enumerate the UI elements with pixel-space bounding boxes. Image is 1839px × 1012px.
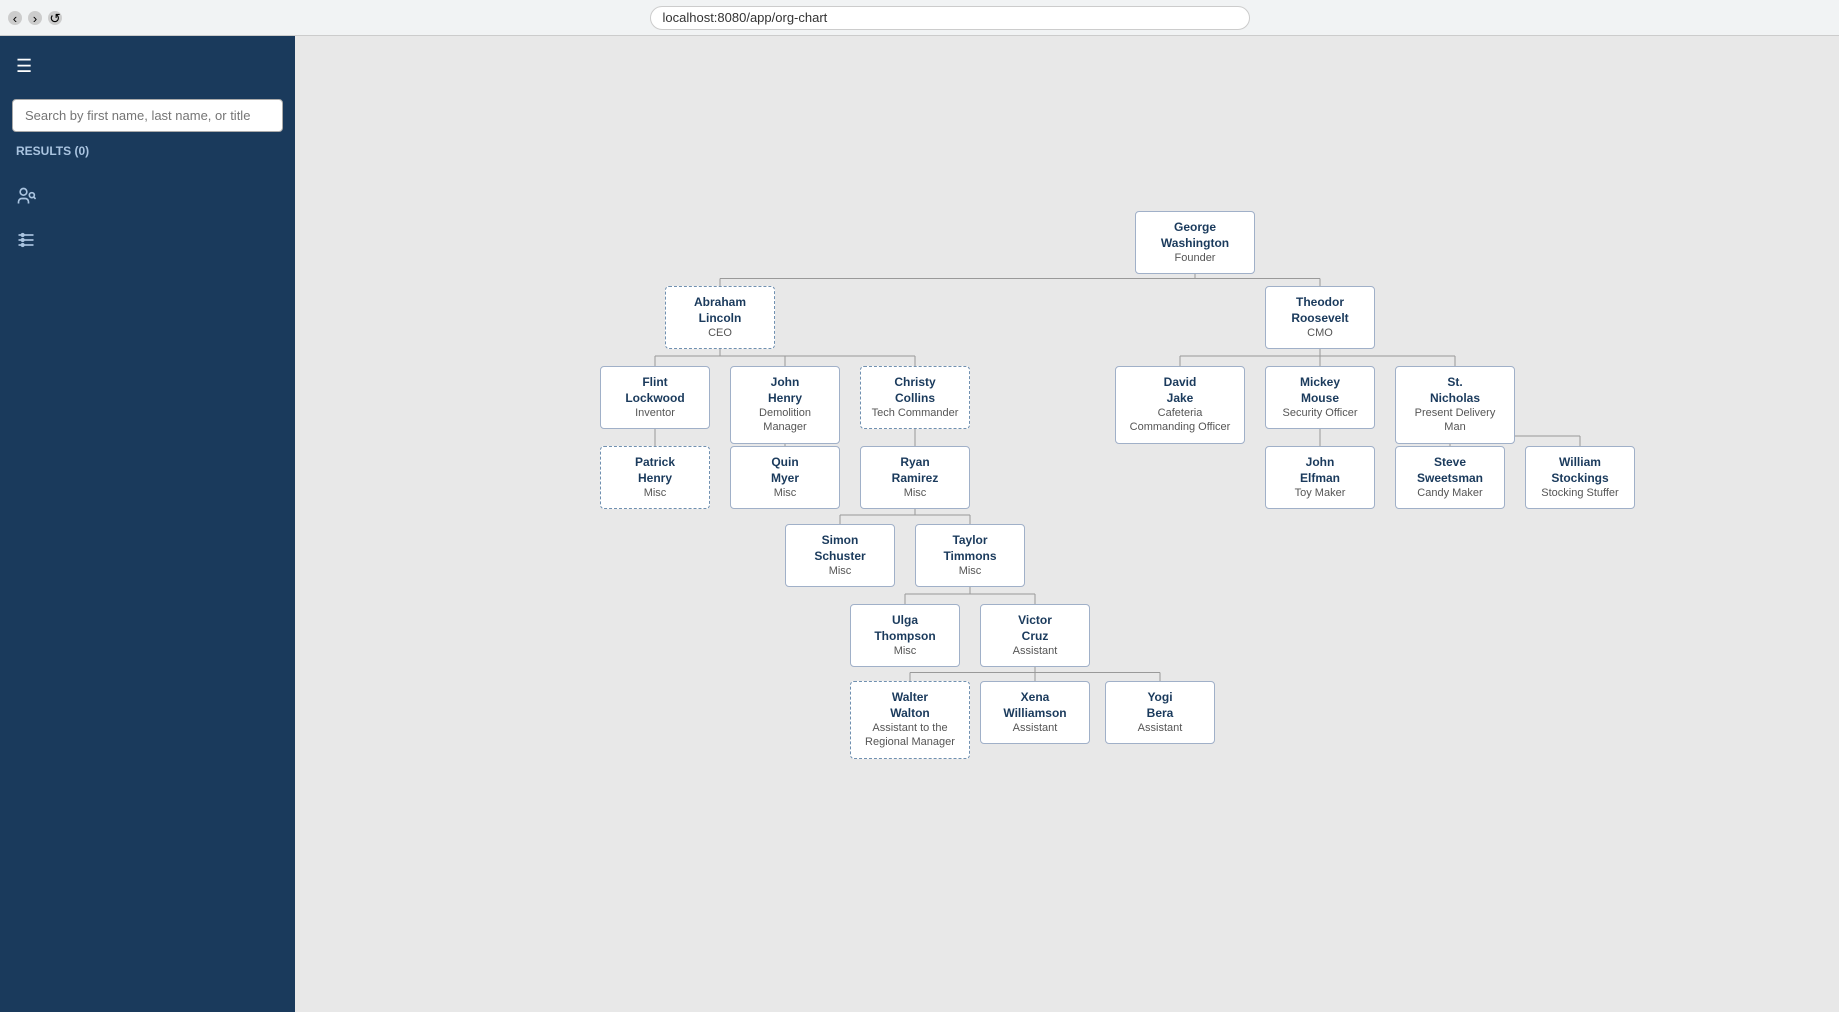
search-input[interactable] [12,99,283,132]
node-title: Misc [611,486,699,500]
node-title: Assistant [991,644,1079,658]
node-theodor-roosevelt[interactable]: TheodorRoosevelt CMO [1265,286,1375,349]
node-name: WilliamStockings [1536,455,1624,486]
node-title: Security Officer [1276,406,1364,420]
node-name: YogiBera [1116,690,1204,721]
node-name: VictorCruz [991,613,1079,644]
node-name: GeorgeWashington [1146,220,1244,251]
node-name: TaylorTimmons [926,533,1014,564]
url-bar: localhost:8080/app/org-chart [650,6,1250,30]
nav-back-button[interactable]: ‹ [8,11,22,25]
browser-chrome: ‹ › ↺ localhost:8080/app/org-chart [0,0,1839,36]
node-title: Misc [861,644,949,658]
node-william-stockings[interactable]: WilliamStockings Stocking Stuffer [1525,446,1635,509]
node-name: AbrahamLincoln [676,295,764,326]
main-content[interactable]: GeorgeWashington Founder AbrahamLincoln C… [295,36,1839,1012]
node-name: TheodorRoosevelt [1276,295,1364,326]
node-yogi-bera[interactable]: YogiBera Assistant [1105,681,1215,744]
node-john-elfman[interactable]: JohnElfman Toy Maker [1265,446,1375,509]
node-mickey-mouse[interactable]: MickeyMouse Security Officer [1265,366,1375,429]
node-flint-lockwood[interactable]: FlintLockwood Inventor [600,366,710,429]
node-name: RyanRamirez [871,455,959,486]
node-xena-williamson[interactable]: XenaWilliamson Assistant [980,681,1090,744]
sidebar: ☰ RESULTS (0) [0,36,295,1012]
node-name: FlintLockwood [611,375,699,406]
node-victor-cruz[interactable]: VictorCruz Assistant [980,604,1090,667]
node-name: JohnHenry [741,375,829,406]
node-title: Founder [1146,251,1244,265]
node-title: Inventor [611,406,699,420]
node-name: XenaWilliamson [991,690,1079,721]
node-christy-collins[interactable]: ChristyCollins Tech Commander [860,366,970,429]
node-name: SimonSchuster [796,533,884,564]
node-name: PatrickHenry [611,455,699,486]
org-chart: GeorgeWashington Founder AbrahamLincoln C… [315,56,1685,856]
menu-icon[interactable]: ☰ [0,48,295,85]
node-quin-myer[interactable]: QuinMyer Misc [730,446,840,509]
node-st-nicholas[interactable]: St.Nicholas Present Delivery Man [1395,366,1515,444]
node-george-washington[interactable]: GeorgeWashington Founder [1135,211,1255,274]
node-name: JohnElfman [1276,455,1364,486]
node-title: Misc [741,486,829,500]
app-wrapper: ☰ RESULTS (0) [0,36,1839,1012]
node-name: MickeyMouse [1276,375,1364,406]
search-container [0,93,295,138]
node-john-henry[interactable]: JohnHenry Demolition Manager [730,366,840,444]
nav-reload-button[interactable]: ↺ [48,11,62,25]
node-ulga-thompson[interactable]: UlgaThompson Misc [850,604,960,667]
list-icon[interactable] [0,220,295,260]
node-name: DavidJake [1126,375,1234,406]
node-title: Misc [926,564,1014,578]
node-title: Demolition Manager [741,406,829,435]
sidebar-icons [0,176,295,260]
node-title: Tech Commander [871,406,959,420]
results-label: RESULTS (0) [0,138,295,164]
node-abraham-lincoln[interactable]: AbrahamLincoln CEO [665,286,775,349]
node-title: Toy Maker [1276,486,1364,500]
node-name: SteveSweetsman [1406,455,1494,486]
node-taylor-timmons[interactable]: TaylorTimmons Misc [915,524,1025,587]
node-name: St.Nicholas [1406,375,1504,406]
node-steve-sweetsman[interactable]: SteveSweetsman Candy Maker [1395,446,1505,509]
node-name: QuinMyer [741,455,829,486]
node-david-jake[interactable]: DavidJake Cafeteria Commanding Officer [1115,366,1245,444]
node-title: Candy Maker [1406,486,1494,500]
node-name: ChristyCollins [871,375,959,406]
node-title: Assistant [991,721,1079,735]
people-search-icon[interactable] [0,176,295,216]
node-patrick-henry[interactable]: PatrickHenry Misc [600,446,710,509]
node-title: Present Delivery Man [1406,406,1504,435]
node-title: Stocking Stuffer [1536,486,1624,500]
node-title: Assistant [1116,721,1204,735]
node-title: Misc [871,486,959,500]
node-title: CMO [1276,326,1364,340]
node-ryan-ramirez[interactable]: RyanRamirez Misc [860,446,970,509]
node-title: CEO [676,326,764,340]
node-title: Cafeteria Commanding Officer [1126,406,1234,435]
node-name: UlgaThompson [861,613,949,644]
node-walter-walton[interactable]: WalterWalton Assistant to the Regional M… [850,681,970,759]
node-title: Assistant to the Regional Manager [861,721,959,750]
node-name: WalterWalton [861,690,959,721]
node-simon-schuster[interactable]: SimonSchuster Misc [785,524,895,587]
nav-forward-button[interactable]: › [28,11,42,25]
node-title: Misc [796,564,884,578]
